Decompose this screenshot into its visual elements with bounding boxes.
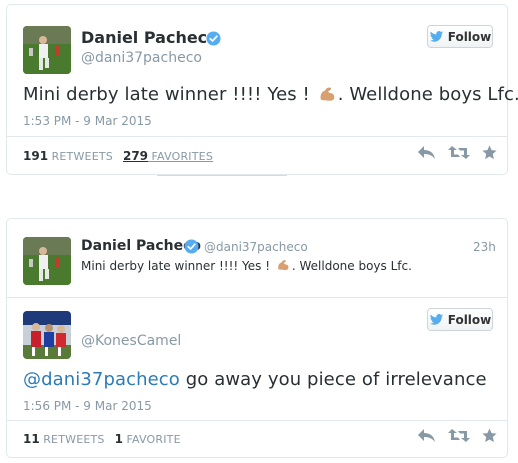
retweet-icon[interactable] [448,145,470,160]
reply-author-avatar[interactable] [23,311,71,359]
divider [7,136,507,137]
author-avatar[interactable] [23,26,71,74]
tweet-text: Mini derby late winner !!!! Yes ! . Well… [23,84,518,105]
reply-author-handle[interactable]: @KonesCamel [81,333,181,349]
favorites-stat[interactable]: 1 FAVORITE [115,432,181,446]
twitter-bird-icon [429,30,443,42]
follow-button[interactable]: Follow [427,308,493,331]
tweet-actions [417,145,497,160]
quoted-author-handle[interactable]: @dani37pacheco [204,240,308,254]
tweet-stats: 191 RETWEETS 279 FAVORITES [23,149,213,163]
favorites-count: 1 [114,432,123,446]
reply-tweet-text: @dani37pacheco go away you piece of irre… [23,369,487,390]
flexed-biceps-emoji [278,260,289,271]
favorites-count: 279 [122,149,149,163]
divider [7,420,507,421]
flexed-biceps-emoji [320,87,335,101]
mention-link[interactable]: @dani37pacheco [23,369,180,390]
quoted-author-name[interactable]: Daniel Pacheco [81,238,201,254]
retweet-icon[interactable] [448,428,470,443]
divider [7,297,507,298]
reply-icon[interactable] [417,145,436,160]
retweets-label: RETWEETS [43,433,105,446]
separator-line [157,175,287,176]
retweets-count: 191 [23,149,49,163]
tweet-card-2: Daniel Pacheco @dani37pacheco 23h Mini d… [6,218,508,458]
author-name[interactable]: Daniel Pacheco [81,28,218,47]
tweet-card-1: Daniel Pacheco @dani37pacheco Follow Min… [6,4,518,175]
author-handle[interactable]: @dani37pacheco [81,50,202,66]
tweet-text-part-2: . Welldone boys Lfc. [337,84,518,105]
reply-actions [417,428,497,443]
tweet-timestamp[interactable]: 1:53 PM - 9 Mar 2015 [23,114,152,128]
retweets-count: 11 [23,432,40,446]
reply-timestamp[interactable]: 1:56 PM - 9 Mar 2015 [23,399,152,413]
quoted-time-ago[interactable]: 23h [473,240,496,254]
quoted-tweet-text: Mini derby late winner !!!! Yes ! . Well… [81,259,412,273]
favorite-star-icon[interactable] [482,145,497,160]
retweets-stat[interactable]: 11 RETWEETS [23,432,105,446]
reply-stats: 11 RETWEETS 1 FAVORITE [23,432,181,446]
favorites-label: FAVORITES [151,150,213,163]
quoted-author-avatar[interactable] [23,237,71,285]
retweets-label: RETWEETS [51,150,113,163]
quoted-text-part-2: . Welldone boys Lfc. [291,259,412,273]
follow-button[interactable]: Follow [427,25,493,48]
reply-text-body: go away you piece of irrelevance [179,369,487,390]
favorites-label: FAVORITE [126,433,181,446]
follow-label: Follow [447,312,492,327]
tweet-text-part-1: Mini derby late winner !!!! Yes ! [23,84,316,105]
favorites-stat[interactable]: 279 FAVORITES [123,149,213,163]
quoted-text-part-1: Mini derby late winner !!!! Yes ! [81,259,274,273]
retweets-stat[interactable]: 191 RETWEETS [23,149,113,163]
reply-icon[interactable] [417,428,436,443]
verified-icon [206,31,221,46]
follow-label: Follow [447,29,492,44]
favorite-star-icon[interactable] [482,428,497,443]
twitter-bird-icon [429,313,443,325]
verified-icon [184,239,199,254]
